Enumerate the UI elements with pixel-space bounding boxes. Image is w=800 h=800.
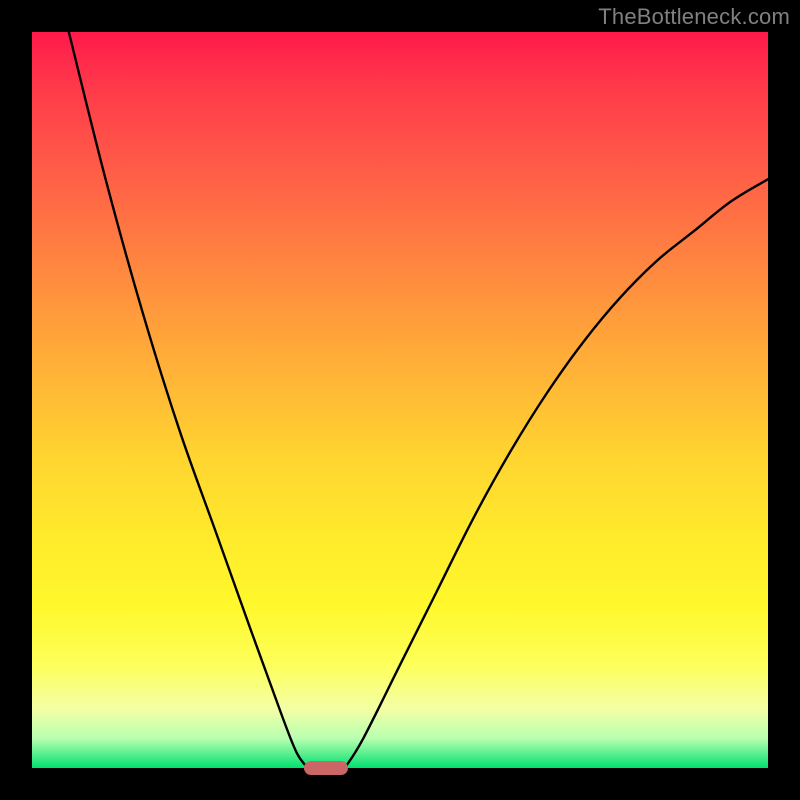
curve-right	[345, 179, 768, 768]
plot-area	[32, 32, 768, 768]
attribution-text: TheBottleneck.com	[598, 4, 790, 30]
bottleneck-curve	[32, 32, 768, 768]
chart-frame: TheBottleneck.com	[0, 0, 800, 800]
curve-left	[69, 32, 308, 768]
optimal-marker	[304, 761, 348, 775]
